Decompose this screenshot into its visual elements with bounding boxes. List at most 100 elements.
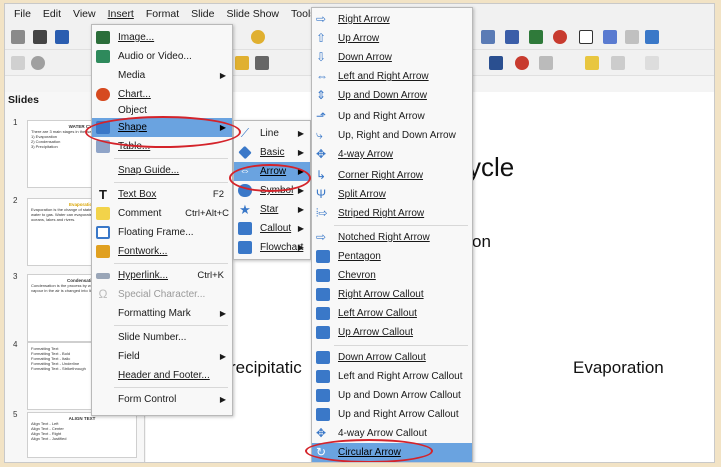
line-color-icon[interactable] bbox=[235, 56, 249, 70]
templates-icon[interactable] bbox=[33, 30, 47, 44]
media-icon[interactable] bbox=[645, 30, 659, 44]
menu-item-table[interactable]: Table... bbox=[92, 137, 232, 156]
menu-item-symbol[interactable]: Symbol ▶ bbox=[234, 181, 310, 200]
arrange-icon[interactable] bbox=[585, 56, 599, 70]
menu-item-object[interactable]: Object bbox=[92, 104, 232, 116]
menu-item-up-right-arrow-callout[interactable]: Up and Right Arrow Callout bbox=[312, 405, 472, 424]
menu-slide[interactable]: Slide bbox=[185, 8, 220, 20]
zoom-icon[interactable] bbox=[31, 56, 45, 70]
menu-edit[interactable]: Edit bbox=[37, 8, 67, 20]
slide-title-text[interactable]: ycle bbox=[468, 152, 514, 183]
align-icon[interactable] bbox=[539, 56, 553, 70]
menu-item-fontwork[interactable]: Fontwork... bbox=[92, 242, 232, 261]
submenu-arrow-icon: ▶ bbox=[297, 186, 304, 195]
menu-item-up-down-arrow[interactable]: ⇕ Up and Down Arrow bbox=[312, 86, 472, 105]
evaporation-label[interactable]: Evaporation bbox=[573, 358, 664, 378]
menu-slideshow[interactable]: Slide Show bbox=[220, 8, 285, 20]
menu-item-down-arrow-callout[interactable]: Down Arrow Callout bbox=[312, 348, 472, 367]
menu-item-flowchart[interactable]: Flowchart ▶ bbox=[234, 238, 310, 257]
menu-item-label: Image... bbox=[118, 32, 155, 43]
shapes-icon[interactable] bbox=[489, 56, 503, 70]
chart-icon[interactable] bbox=[553, 30, 567, 44]
grid-icon[interactable] bbox=[505, 30, 519, 44]
menu-format[interactable]: Format bbox=[140, 8, 185, 20]
slide-subtitle-text[interactable]: on bbox=[472, 232, 491, 252]
menu-view[interactable]: View bbox=[67, 8, 102, 20]
menu-item-up-arrow-callout[interactable]: Up Arrow Callout bbox=[312, 323, 472, 342]
menu-item-label: Text Box bbox=[118, 189, 157, 200]
menu-item-callout[interactable]: Callout ▶ bbox=[234, 219, 310, 238]
menu-item-split-arrow[interactable]: Ψ Split Arrow bbox=[312, 185, 472, 204]
select-icon[interactable] bbox=[11, 56, 25, 70]
menu-item-floating-frame[interactable]: Floating Frame... bbox=[92, 223, 232, 242]
table-insert-icon[interactable] bbox=[481, 30, 495, 44]
slide-thumb-line: Align Text - Justified bbox=[31, 436, 67, 441]
menu-item-star[interactable]: ★ Star ▶ bbox=[234, 200, 310, 219]
menu-item-image[interactable]: Image... bbox=[92, 28, 232, 47]
menu-item-right-arrow-callout[interactable]: Right Arrow Callout bbox=[312, 285, 472, 304]
menu-item-slide-number[interactable]: Slide Number... bbox=[92, 328, 232, 347]
menu-item-chevron[interactable]: Chevron bbox=[312, 266, 472, 285]
menu-item-up-arrow[interactable]: ⇧ Up Arrow bbox=[312, 29, 472, 48]
image-icon[interactable] bbox=[529, 30, 543, 44]
menu-item-basic[interactable]: Basic ▶ bbox=[234, 143, 310, 162]
menu-item-line[interactable]: ⟋ Line ▶ bbox=[234, 124, 310, 143]
sigma-icon[interactable] bbox=[645, 56, 659, 70]
menu-item-4way-arrow[interactable]: ✥ 4-way Arrow bbox=[312, 145, 472, 164]
menu-item-label: Up Arrow bbox=[338, 33, 380, 44]
menu-item-up-right-down-arrow[interactable]: ⤷ Up, Right and Down Arrow bbox=[312, 126, 472, 145]
submenu-arrow-icon: ▶ bbox=[219, 395, 226, 404]
menu-item-label: Symbol bbox=[260, 185, 294, 196]
menu-item-form-control[interactable]: Form Control ▶ bbox=[92, 390, 232, 409]
menu-item-up-down-arrow-callout[interactable]: Up and Down Arrow Callout bbox=[312, 386, 472, 405]
menu-item-down-arrow[interactable]: ⇩ Down Arrow bbox=[312, 48, 472, 67]
menu-item-circular-arrow[interactable]: ↻ Circular Arrow bbox=[312, 443, 472, 462]
menu-item-arrow[interactable]: ⇔ Arrow ▶ bbox=[234, 162, 310, 181]
menu-item-text-box[interactable]: T Text Box F2 bbox=[92, 185, 232, 204]
menu-item-up-right-arrow[interactable]: ⬏ Up and Right Arrow bbox=[312, 107, 472, 126]
new-document-icon[interactable] bbox=[11, 30, 25, 44]
menu-item-audio-video[interactable]: Audio or Video... bbox=[92, 47, 232, 66]
distribute-icon[interactable] bbox=[611, 56, 625, 70]
corner-right-arrow-icon: ↳ bbox=[316, 168, 327, 182]
menu-item-field[interactable]: Field ▶ bbox=[92, 347, 232, 366]
undo-icon[interactable] bbox=[251, 30, 265, 44]
menu-item-header-footer[interactable]: Header and Footer... bbox=[92, 366, 232, 385]
menu-item-right-arrow[interactable]: ⇨ Right Arrow bbox=[312, 10, 472, 29]
menu-item-left-right-arrow[interactable]: ⇔ Left and Right Arrow bbox=[312, 67, 472, 86]
textbox-icon[interactable] bbox=[579, 30, 593, 44]
menu-item-label: Left and Right Arrow bbox=[338, 71, 429, 82]
menu-insert[interactable]: Insert bbox=[102, 8, 140, 20]
special-character-icon[interactable] bbox=[625, 30, 639, 44]
up-down-arrow-callout-icon bbox=[316, 389, 330, 402]
menu-item-chart[interactable]: Chart... bbox=[92, 85, 232, 104]
menu-item-label: Hyperlink... bbox=[118, 270, 169, 281]
menu-item-special-character[interactable]: Ω Special Character... bbox=[92, 285, 232, 304]
curve-icon[interactable] bbox=[255, 56, 269, 70]
double-arrow-icon: ⇔ bbox=[239, 165, 251, 177]
menu-item-pentagon[interactable]: Pentagon bbox=[312, 247, 472, 266]
menu-item-left-right-arrow-callout[interactable]: Left and Right Arrow Callout bbox=[312, 367, 472, 386]
up-arrow-icon: ⇧ bbox=[316, 31, 327, 45]
menu-item-4way-arrow-callout[interactable]: ✥ 4-way Arrow Callout bbox=[312, 424, 472, 443]
rotate-icon[interactable] bbox=[515, 56, 529, 70]
line-icon: ⟋ bbox=[240, 126, 250, 140]
fontwork-icon[interactable] bbox=[603, 30, 617, 44]
menu-item-notched-right-arrow[interactable]: ⇨ Notched Right Arrow bbox=[312, 228, 472, 247]
menu-item-left-arrow-callout[interactable]: Left Arrow Callout bbox=[312, 304, 472, 323]
menu-item-snap-guide[interactable]: Snap Guide... bbox=[92, 161, 232, 180]
menu-item-striped-right-arrow[interactable]: ⦙⇨ Striped Right Arrow bbox=[312, 204, 472, 223]
menu-item-hyperlink[interactable]: Hyperlink... Ctrl+K bbox=[92, 266, 232, 285]
chevron-icon bbox=[316, 269, 330, 282]
menu-item-shape[interactable]: Shape ▶ bbox=[92, 118, 232, 137]
menu-item-corner-right-arrow[interactable]: ↳ Corner Right Arrow bbox=[312, 166, 472, 185]
menu-item-label: Chevron bbox=[338, 270, 376, 281]
open-icon[interactable] bbox=[55, 30, 69, 44]
slide-thumbnail[interactable]: ALIGN TEXT Align Text - Left Align Text … bbox=[27, 412, 137, 458]
menu-file[interactable]: File bbox=[8, 8, 37, 20]
menu-item-label: Up Arrow Callout bbox=[338, 327, 414, 338]
menu-item-comment[interactable]: Comment Ctrl+Alt+C bbox=[92, 204, 232, 223]
precipitation-label[interactable]: recipitatic bbox=[230, 358, 302, 378]
menu-item-formatting-mark[interactable]: Formatting Mark ▶ bbox=[92, 304, 232, 323]
menu-item-media[interactable]: Media ▶ bbox=[92, 66, 232, 85]
